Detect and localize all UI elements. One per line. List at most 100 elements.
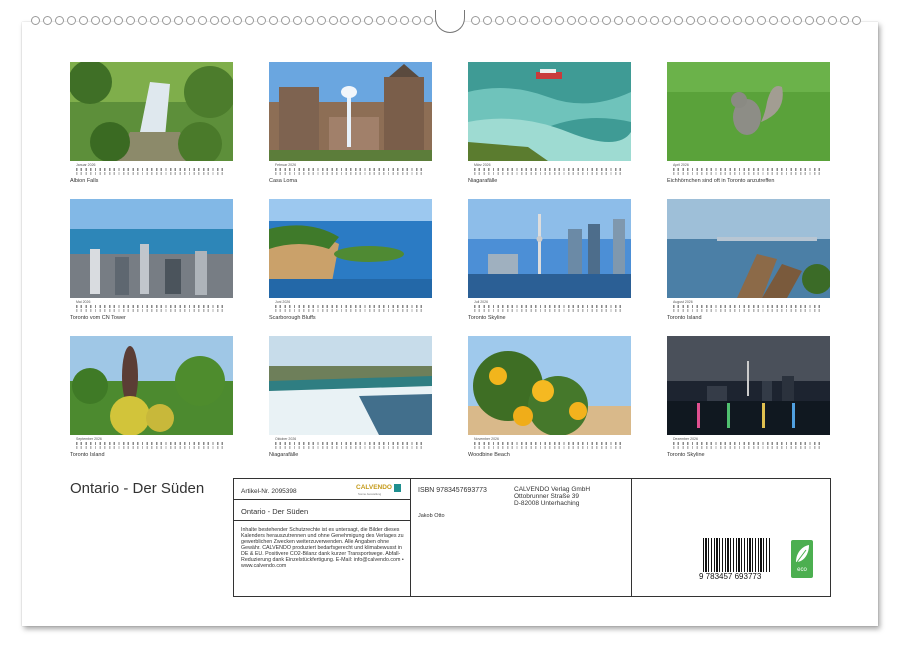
- date-row: [474, 309, 624, 312]
- weekday-row: [76, 442, 226, 445]
- weekday-row: [76, 168, 226, 171]
- photo-caption: Toronto vom CN Tower: [70, 315, 126, 321]
- binding-ring: [507, 16, 516, 25]
- date-row: [76, 309, 226, 312]
- date-row: [474, 446, 624, 449]
- binding-ring: [543, 16, 552, 25]
- isbn-barcode: [703, 538, 771, 572]
- date-row: [275, 446, 425, 449]
- divider: [631, 479, 632, 596]
- month-label: Juli 2026: [474, 300, 488, 304]
- binding-ring: [114, 16, 123, 25]
- month-label: Juni 2026: [275, 300, 290, 304]
- month-photo: [269, 199, 432, 298]
- binding-ring: [31, 16, 40, 25]
- binding-ring: [281, 16, 290, 25]
- product-title: Ontario - Der Süden: [241, 507, 308, 516]
- binding-ring: [840, 16, 849, 25]
- legal-text: Inhalte bestehender Schutzrechte ist es …: [241, 527, 409, 569]
- binding-ring: [388, 16, 397, 25]
- binding-ring: [638, 16, 647, 25]
- binding-ring: [174, 16, 183, 25]
- binding-ring: [852, 16, 861, 25]
- binding-ring: [138, 16, 147, 25]
- month-photo: [468, 62, 631, 161]
- mini-calendar: Oktober 2026: [269, 437, 432, 451]
- binding-ring: [721, 16, 730, 25]
- weekday-row: [673, 168, 823, 171]
- month-label: Mai 2026: [76, 300, 90, 304]
- binding-ring: [626, 16, 635, 25]
- date-row: [673, 309, 823, 312]
- weekday-row: [474, 305, 624, 308]
- weekday-row: [275, 305, 425, 308]
- month-photo: [667, 62, 830, 161]
- photo-caption: Eichhörnchen sind oft in Toronto anzutre…: [667, 178, 774, 184]
- month-photo: [468, 336, 631, 435]
- binding-ring: [697, 16, 706, 25]
- month-label: August 2026: [673, 300, 693, 304]
- binding-ring: [745, 16, 754, 25]
- month-photo: [667, 199, 830, 298]
- binding-ring: [805, 16, 814, 25]
- photo-caption: Scarborough Bluffs: [269, 315, 316, 321]
- mini-calendar: Dezember 2026: [667, 437, 830, 451]
- binding-ring: [340, 16, 349, 25]
- month-label: Dezember 2026: [673, 437, 698, 441]
- binding-ring: [79, 16, 88, 25]
- publisher-line-2: Ottobrunner Straße 39: [514, 493, 579, 500]
- date-row: [76, 446, 226, 449]
- isbn: ISBN 9783457693773: [418, 487, 487, 494]
- binding-ring: [757, 16, 766, 25]
- binding-ring: [102, 16, 111, 25]
- binding-ring: [55, 16, 64, 25]
- binding-ring: [317, 16, 326, 25]
- photo-caption: Niagarafälle: [468, 178, 497, 184]
- binding-ring: [293, 16, 302, 25]
- calvendo-logo: CALVENDO: [356, 484, 392, 491]
- month-label: November 2026: [474, 437, 499, 441]
- binding-ring: [305, 16, 314, 25]
- binding-ring: [364, 16, 373, 25]
- binding-ring: [602, 16, 611, 25]
- binding-ring: [43, 16, 52, 25]
- photo-caption: Niagarafälle: [269, 452, 298, 458]
- binding-ring: [91, 16, 100, 25]
- mini-calendar: Juli 2026: [468, 300, 631, 314]
- month-photo: [269, 62, 432, 161]
- month-photo: [70, 336, 233, 435]
- binding-ring: [198, 16, 207, 25]
- weekday-row: [673, 442, 823, 445]
- date-row: [76, 172, 226, 175]
- binding-ring: [376, 16, 385, 25]
- binding-ring: [162, 16, 171, 25]
- binding-ring: [424, 16, 433, 25]
- binding-ring: [686, 16, 695, 25]
- calendar-title: Ontario - Der Süden: [70, 480, 204, 497]
- weekday-row: [673, 305, 823, 308]
- binding-ring: [471, 16, 480, 25]
- date-row: [474, 172, 624, 175]
- weekday-row: [474, 442, 624, 445]
- date-row: [275, 309, 425, 312]
- month-photo: [468, 199, 631, 298]
- mini-calendar: Juni 2026: [269, 300, 432, 314]
- month-photo: [70, 62, 233, 161]
- barcode-number: 9 783457 693773: [699, 572, 761, 581]
- binding-ring: [352, 16, 361, 25]
- binding-ring: [555, 16, 564, 25]
- mini-calendar: November 2026: [468, 437, 631, 451]
- binding-ring: [67, 16, 76, 25]
- binding-ring: [483, 16, 492, 25]
- binding-ring: [567, 16, 576, 25]
- publisher-line-1: CALVENDO Verlag GmbH: [514, 486, 590, 493]
- photo-caption: Toronto Skyline: [468, 315, 506, 321]
- eco-badge: eco: [791, 540, 813, 578]
- mini-calendar: April 2026: [667, 163, 830, 177]
- binding-ring: [150, 16, 159, 25]
- mini-calendar: Mai 2026: [70, 300, 233, 314]
- article-number: Artikel-Nr. 2095398: [241, 488, 297, 495]
- binding-ring: [674, 16, 683, 25]
- photo-caption: Toronto Island: [70, 452, 105, 458]
- binding-ring: [531, 16, 540, 25]
